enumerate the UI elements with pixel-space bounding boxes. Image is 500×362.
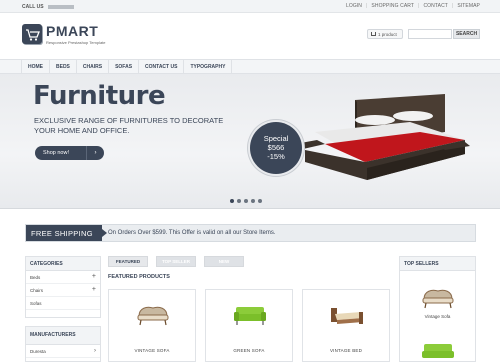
top-seller-item[interactable]	[400, 341, 475, 362]
top-sellers-title: TOP SELLERS	[400, 257, 475, 271]
product-tabs: FEATURED TOP SELLER NEW	[108, 256, 244, 267]
logo-tagline: Responsive Prestashop Template	[46, 40, 106, 45]
green-sofa-thumb	[421, 344, 454, 358]
expand-plus-icon[interactable]: +	[92, 286, 96, 293]
nav-home[interactable]: HOME	[21, 60, 50, 73]
separator: |	[451, 3, 454, 9]
categories-title: CATEGORIES	[26, 257, 100, 271]
shopping-cart-link[interactable]: SHOPPING CART	[371, 3, 414, 9]
manufacturers-title: MANUFACTURERS	[26, 327, 100, 345]
categories-block: CATEGORIES Beds + Chairs + Sofas	[25, 256, 101, 318]
category-label: Chairs	[30, 288, 44, 293]
category-sofas[interactable]: Sofas	[26, 297, 100, 310]
category-chairs[interactable]: Chairs +	[26, 284, 100, 297]
vintage-sofa-thumb	[422, 289, 453, 309]
slider-dot[interactable]	[230, 199, 234, 203]
top-seller-item[interactable]: Vintage Sofa	[400, 287, 475, 319]
top-bar: CALL US LOGIN | SHOPPING CART | CONTACT | S…	[0, 0, 500, 13]
top-seller-name[interactable]: Vintage Sofa	[400, 314, 475, 319]
search-input[interactable]	[408, 29, 452, 39]
manufacturers-block: MANUFACTURERS Duresta ›	[25, 326, 101, 362]
category-label: Beds	[30, 275, 41, 280]
free-shipping-label: FREE SHIPPING	[26, 225, 107, 241]
bed-image	[295, 94, 470, 180]
tab-featured[interactable]: FEATURED	[108, 256, 148, 267]
manufacturer-duresta[interactable]: Duresta ›	[26, 345, 100, 358]
chevron-right-icon: ›	[94, 348, 96, 354]
vintage-bed-image	[331, 308, 363, 324]
cart-logo-icon[interactable]	[22, 24, 42, 44]
free-shipping-banner: FREE SHIPPING On Orders Over $599. This …	[25, 224, 476, 242]
logo-text[interactable]: PMART	[46, 23, 98, 39]
category-beds[interactable]: Beds +	[26, 271, 100, 284]
nav-contact-us[interactable]: CONTACT US	[139, 60, 185, 73]
special-discount: -15%	[267, 152, 285, 161]
hero-subtitle: EXCLUSIVE RANGE OF FURNITURES TO DECORAT…	[34, 116, 224, 135]
slider-dot[interactable]	[258, 199, 262, 203]
hero-title: Furniture	[33, 81, 166, 111]
shop-now-label: Shop now!	[43, 150, 69, 156]
product-name[interactable]: GREEN SOFA	[206, 348, 292, 353]
contact-link[interactable]: CONTACT	[423, 3, 448, 9]
slider-dot[interactable]	[244, 199, 248, 203]
cart-summary[interactable]: 1 product	[367, 29, 403, 39]
special-price: $566	[267, 143, 285, 152]
chevron-right-icon: ›	[86, 146, 104, 160]
separator: |	[366, 3, 368, 9]
top-links: LOGIN | SHOPPING CART | CONTACT | SITEMAP	[346, 3, 480, 9]
featured-products-title: FEATURED PRODUCTS	[108, 274, 170, 280]
nav-beds[interactable]: BEDS	[50, 60, 77, 73]
tab-new[interactable]: NEW	[204, 256, 244, 267]
category-label: Sofas	[30, 301, 42, 306]
expand-plus-icon[interactable]: +	[92, 273, 96, 280]
hero-slider: Furniture EXCLUSIVE RANGE OF FURNITURES …	[0, 74, 500, 209]
tab-top-seller[interactable]: TOP SELLER	[156, 256, 196, 267]
product-card[interactable]: VINTAGE BED	[302, 289, 390, 362]
vintage-sofa-image	[137, 306, 169, 326]
shop-now-button[interactable]: Shop now! ›	[35, 146, 104, 160]
special-offer-badge[interactable]: Special $566 -15%	[250, 122, 302, 174]
call-us: CALL US	[22, 4, 74, 10]
product-card[interactable]: VINTAGE SOFA	[108, 289, 196, 362]
manufacturer-label: Duresta	[30, 349, 46, 354]
sitemap-link[interactable]: SITEMAP	[457, 3, 480, 9]
top-sellers-block: TOP SELLERS Vintage Sofa	[399, 256, 476, 362]
separator: |	[418, 3, 420, 9]
nav-chairs[interactable]: CHAIRS	[77, 60, 110, 73]
nav-sofas[interactable]: SOFAS	[109, 60, 140, 73]
login-link[interactable]: LOGIN	[346, 3, 362, 9]
slider-dot[interactable]	[251, 199, 255, 203]
product-name[interactable]: VINTAGE BED	[303, 348, 389, 353]
phone-number-placeholder	[47, 4, 74, 9]
search-button[interactable]: SEARCH	[453, 29, 480, 39]
cart-count: 1 product	[378, 32, 397, 37]
product-card[interactable]: GREEN SOFA	[205, 289, 293, 362]
special-label: Special	[263, 134, 289, 143]
main-nav: HOME BEDS CHAIRS SOFAS CONTACT US TYPOGR…	[0, 59, 500, 74]
green-sofa-image	[234, 307, 266, 325]
nav-typography[interactable]: TYPOGRAPHY	[184, 60, 233, 73]
slider-dots	[230, 199, 262, 203]
cart-icon	[371, 32, 376, 36]
header: PMART Responsive Prestashop Template 1 p…	[0, 13, 500, 59]
slider-dot[interactable]	[237, 199, 241, 203]
free-shipping-text: On Orders Over $599. This Offer is valid…	[108, 230, 276, 236]
call-us-label: CALL US	[22, 4, 44, 10]
product-name[interactable]: VINTAGE SOFA	[109, 348, 195, 353]
